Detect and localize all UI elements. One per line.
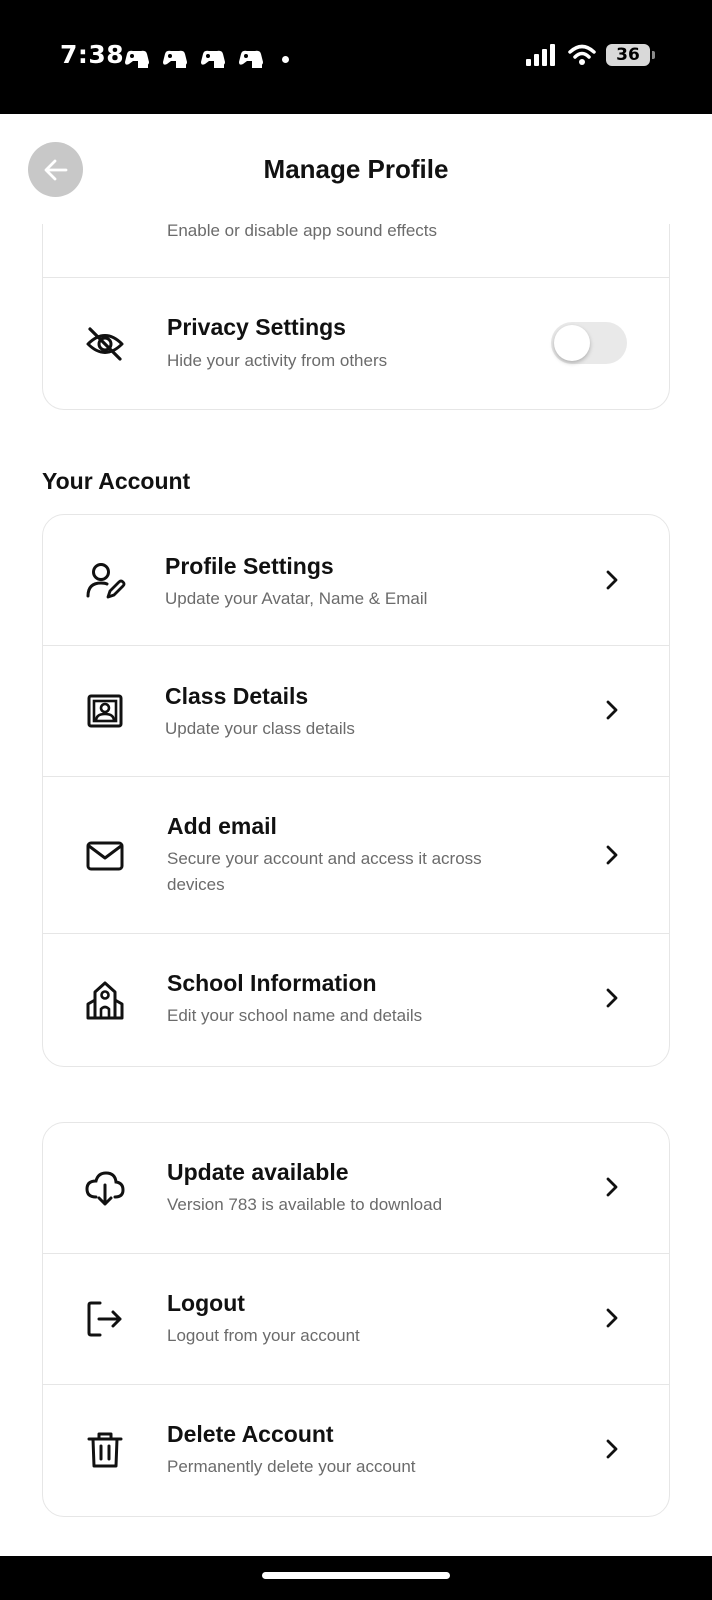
app-actions-card: Update available Version 783 is availabl… — [42, 1122, 670, 1517]
status-time: 7:38 — [60, 40, 125, 69]
account-card: Profile Settings Update your Avatar, Nam… — [42, 514, 670, 1067]
profile-settings-title: Profile Settings — [165, 553, 334, 579]
eye-off-icon — [83, 322, 127, 366]
class-details-title: Class Details — [165, 683, 309, 709]
cloud-download-icon — [83, 1166, 127, 1210]
add-email-title: Add email — [167, 813, 277, 839]
delete-account-row[interactable]: Delete Account Permanently delete your a… — [43, 1385, 669, 1516]
class-details-subtitle: Update your class details — [165, 719, 355, 738]
profile-settings-row[interactable]: Profile Settings Update your Avatar, Nam… — [43, 515, 669, 646]
privacy-settings-subtitle: Hide your activity from others — [167, 351, 388, 370]
logout-icon — [83, 1297, 127, 1341]
add-email-subtitle: Secure your account and access it across… — [167, 849, 482, 894]
home-indicator[interactable] — [262, 1572, 450, 1579]
game-controller-icon — [163, 50, 187, 68]
add-email-row[interactable]: Add email Secure your account and access… — [43, 777, 669, 934]
your-account-section-title: Your Account — [42, 468, 191, 494]
toggle-knob — [554, 325, 590, 361]
header: Manage Profile — [0, 114, 712, 224]
privacy-settings-row[interactable]: Privacy Settings Hide your activity from… — [43, 278, 669, 408]
update-available-row[interactable]: Update available Version 783 is availabl… — [43, 1123, 669, 1254]
delete-account-subtitle: Permanently delete your account — [167, 1457, 416, 1476]
logout-row[interactable]: Logout Logout from your account — [43, 1254, 669, 1385]
chevron-right-icon — [606, 1177, 618, 1197]
school-information-title: School Information — [167, 970, 377, 996]
status-bar: 7:38 36 — [0, 0, 712, 114]
update-available-subtitle: Version 783 is available to download — [167, 1195, 443, 1214]
logout-title: Logout — [167, 1290, 245, 1316]
chevron-right-icon — [606, 988, 618, 1008]
more-notifications-dot — [282, 55, 289, 63]
status-right: 36 — [526, 44, 655, 66]
battery-indicator: 36 — [606, 44, 655, 66]
privacy-settings-title: Privacy Settings — [167, 314, 346, 340]
page-title: Manage Profile — [263, 154, 449, 184]
signal-icon — [526, 44, 555, 66]
notification-icons — [124, 48, 289, 70]
class-details-row[interactable]: Class Details Update your class details — [43, 646, 669, 777]
profile-settings-subtitle: Update your Avatar, Name & Email — [165, 589, 428, 608]
game-controller-icon — [125, 50, 149, 68]
preferences-card: Enable or disable app sound effects Priv… — [42, 196, 670, 410]
game-controller-icon — [201, 50, 225, 68]
chevron-right-icon — [606, 1439, 618, 1459]
update-available-title: Update available — [167, 1159, 349, 1185]
logout-subtitle: Logout from your account — [167, 1326, 360, 1345]
chevron-right-icon — [606, 1308, 618, 1328]
chevron-right-icon — [606, 845, 618, 865]
chevron-right-icon — [606, 700, 618, 720]
game-controller-icon — [239, 50, 263, 68]
school-information-subtitle: Edit your school name and details — [167, 1006, 423, 1025]
user-edit-icon — [83, 559, 127, 603]
mail-icon — [83, 834, 127, 878]
school-information-row[interactable]: School Information Edit your school name… — [43, 934, 669, 1065]
privacy-toggle[interactable] — [551, 322, 627, 364]
delete-account-title: Delete Account — [167, 1421, 334, 1447]
classroom-icon — [83, 690, 127, 734]
trash-icon — [83, 1428, 127, 1472]
chevron-right-icon — [606, 570, 618, 590]
wifi-icon — [568, 44, 596, 65]
school-icon — [83, 979, 127, 1023]
